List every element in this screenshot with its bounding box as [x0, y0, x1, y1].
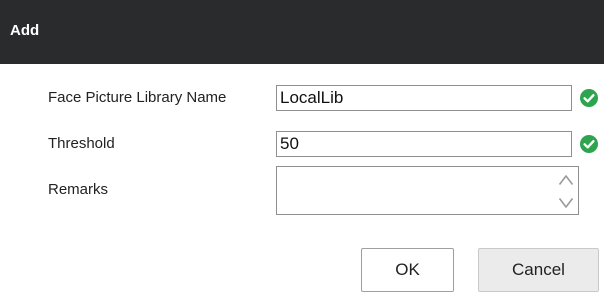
- dialog-titlebar: Add: [0, 0, 604, 64]
- cancel-button[interactable]: Cancel: [478, 248, 599, 292]
- threshold-input[interactable]: [276, 131, 572, 157]
- dialog-title: Add: [10, 22, 40, 39]
- scroll-up-arrow-icon[interactable]: [558, 173, 574, 185]
- add-dialog: Add Face Picture Library Name Threshold …: [0, 0, 604, 302]
- check-circle-icon: [580, 89, 598, 107]
- ok-button[interactable]: OK: [361, 248, 454, 292]
- scroll-down-arrow-icon[interactable]: [558, 196, 574, 208]
- library-name-label: Face Picture Library Name: [48, 89, 227, 106]
- library-name-input[interactable]: [276, 85, 572, 111]
- threshold-label: Threshold: [48, 135, 115, 152]
- remarks-textarea[interactable]: [276, 166, 579, 215]
- check-circle-icon: [580, 135, 598, 153]
- remarks-label: Remarks: [48, 181, 109, 198]
